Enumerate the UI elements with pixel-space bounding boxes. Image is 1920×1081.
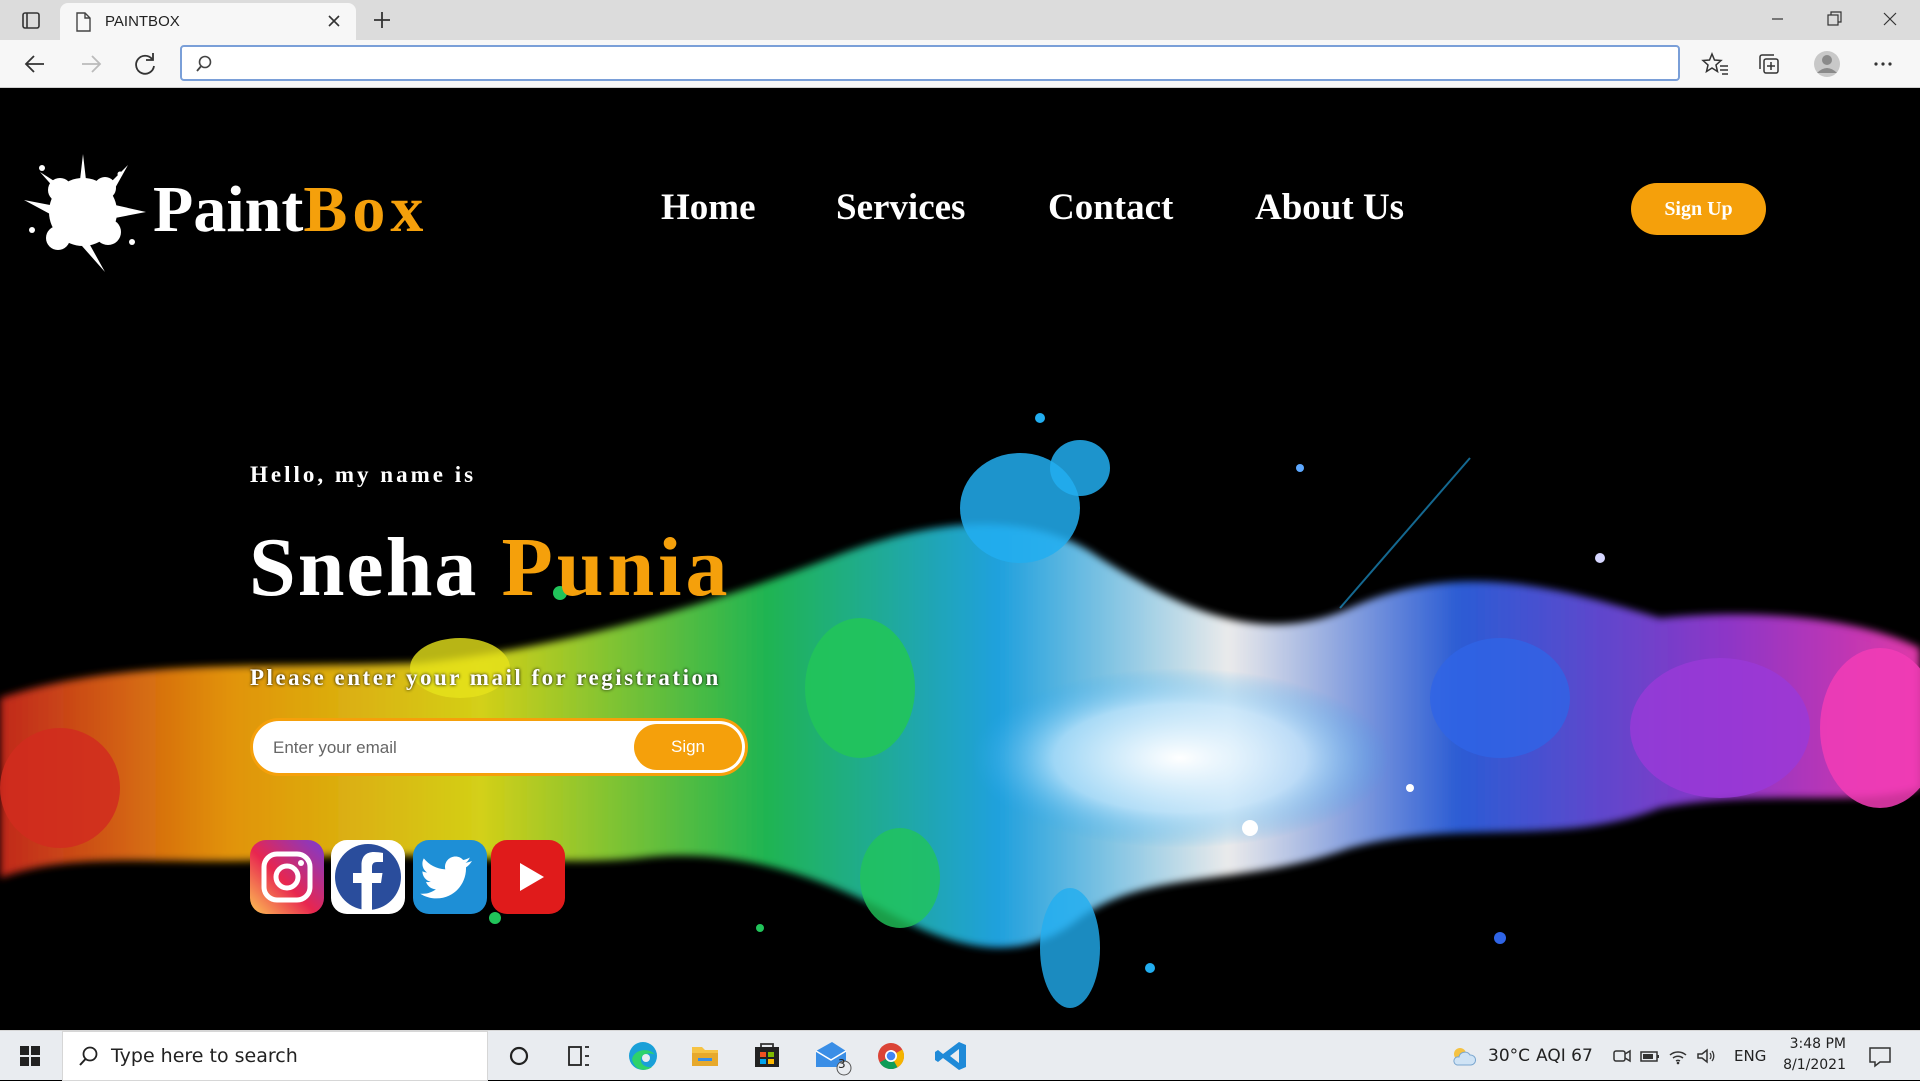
nav-about-us[interactable]: About Us bbox=[1255, 186, 1404, 229]
page-icon bbox=[76, 12, 91, 32]
volume-icon[interactable] bbox=[1695, 1045, 1717, 1067]
weather-temp[interactable]: 30°C bbox=[1488, 1046, 1530, 1066]
paint-splat-logo-icon bbox=[24, 154, 146, 272]
tab-actions-icon[interactable] bbox=[14, 7, 46, 33]
logo-text-box: Box bbox=[303, 173, 429, 246]
browser-tab-bar: PAINTBOX bbox=[0, 0, 1920, 40]
address-input[interactable] bbox=[226, 49, 1660, 79]
aqi-value[interactable]: AQI 67 bbox=[1536, 1046, 1593, 1066]
hello-text: Hello, my name is bbox=[250, 462, 477, 487]
windows-start-icon[interactable] bbox=[8, 1037, 52, 1075]
restore-icon[interactable] bbox=[1806, 0, 1862, 38]
facebook-icon[interactable] bbox=[330, 839, 406, 915]
language-indicator[interactable]: ENG bbox=[1734, 1047, 1766, 1065]
last-name: Punia bbox=[501, 521, 732, 614]
cortana-icon[interactable] bbox=[492, 1031, 546, 1081]
twitter-icon[interactable] bbox=[412, 839, 488, 915]
web-page: PaintBox Home Services Contact About Us … bbox=[0, 88, 1920, 1030]
first-name: Sneha bbox=[249, 521, 479, 614]
weather-cloud-icon[interactable] bbox=[1449, 1045, 1477, 1067]
close-tab-icon[interactable] bbox=[322, 9, 346, 33]
registration-text: Please enter your mail for registration bbox=[250, 665, 721, 690]
taskbar-search-box[interactable]: Type here to search bbox=[62, 1031, 488, 1081]
hero-name: Sneha Punia bbox=[249, 518, 732, 618]
file-explorer-icon[interactable] bbox=[678, 1031, 732, 1081]
task-view-icon[interactable] bbox=[552, 1031, 606, 1081]
mail-icon[interactable] bbox=[804, 1031, 858, 1081]
clock[interactable]: 3:48 PM 8/1/2021 bbox=[1776, 1034, 1846, 1078]
new-tab-icon[interactable] bbox=[368, 6, 396, 34]
clock-date: 8/1/2021 bbox=[1783, 1057, 1846, 1073]
search-icon bbox=[79, 1046, 98, 1066]
address-bar[interactable] bbox=[180, 45, 1680, 81]
edge-icon[interactable] bbox=[616, 1031, 670, 1081]
site-logo[interactable]: PaintBox bbox=[153, 170, 428, 250]
reload-icon[interactable] bbox=[128, 48, 162, 80]
close-window-icon[interactable] bbox=[1862, 0, 1918, 38]
notifications-icon[interactable] bbox=[1866, 1045, 1894, 1069]
chrome-icon[interactable] bbox=[864, 1031, 918, 1081]
favorites-icon[interactable] bbox=[1698, 48, 1732, 80]
logo-text-paint: Paint bbox=[153, 173, 304, 246]
email-input[interactable] bbox=[271, 732, 615, 764]
store-icon[interactable] bbox=[740, 1031, 794, 1081]
mail-badge: 3 bbox=[838, 1057, 846, 1071]
forward-arrow-icon[interactable] bbox=[74, 48, 108, 80]
profile-avatar-icon[interactable] bbox=[1810, 48, 1844, 80]
more-options-icon[interactable] bbox=[1866, 48, 1900, 80]
battery-icon[interactable] bbox=[1639, 1045, 1661, 1067]
youtube-icon[interactable] bbox=[490, 839, 566, 915]
sign-up-button[interactable]: Sign Up bbox=[1631, 183, 1766, 235]
meet-now-icon[interactable] bbox=[1611, 1045, 1633, 1067]
tab-title: PAINTBOX bbox=[105, 13, 180, 30]
email-signup-form: Sign bbox=[250, 718, 748, 776]
back-arrow-icon[interactable] bbox=[18, 48, 52, 80]
browser-toolbar bbox=[0, 40, 1920, 88]
windows-taskbar: Type here to search 3 30°C AQI 67 ENG 3:… bbox=[0, 1030, 1920, 1081]
instagram-icon[interactable] bbox=[249, 839, 325, 915]
vscode-icon[interactable] bbox=[926, 1031, 980, 1081]
active-tab[interactable]: PAINTBOX bbox=[60, 3, 356, 40]
collections-icon[interactable] bbox=[1752, 48, 1786, 80]
clock-time: 3:48 PM bbox=[1789, 1036, 1846, 1052]
nav-home[interactable]: Home bbox=[661, 186, 756, 229]
minimize-icon[interactable] bbox=[1750, 0, 1806, 38]
taskbar-search-placeholder: Type here to search bbox=[111, 1045, 298, 1067]
nav-contact[interactable]: Contact bbox=[1048, 186, 1173, 229]
nav-services[interactable]: Services bbox=[836, 186, 965, 229]
wifi-icon[interactable] bbox=[1667, 1045, 1689, 1067]
search-icon bbox=[196, 55, 212, 72]
sign-button[interactable]: Sign bbox=[634, 724, 742, 770]
